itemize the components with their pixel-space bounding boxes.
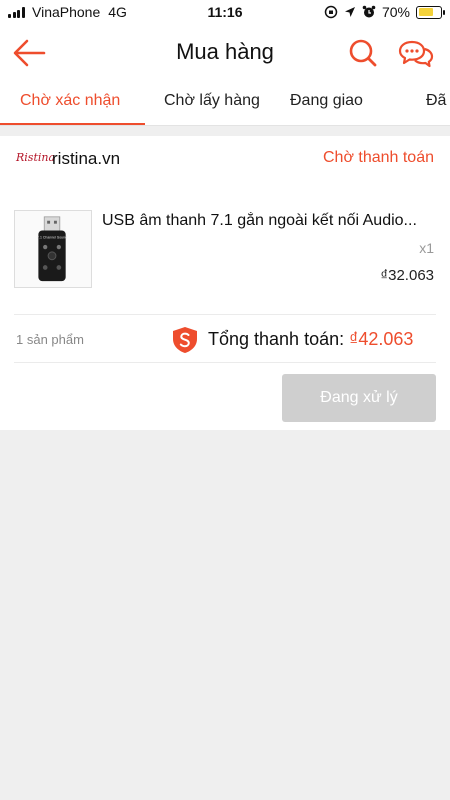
shop-name[interactable]: ristina.vn bbox=[52, 149, 120, 169]
tab-dang-giao[interactable]: Đang giao bbox=[290, 92, 363, 110]
alarm-icon bbox=[362, 5, 376, 18]
active-tab-indicator bbox=[0, 123, 145, 125]
status-right: 70% bbox=[324, 4, 445, 20]
order-tabs: Chờ xác nhận Chờ lấy hàng Đang giao Đã bbox=[0, 82, 450, 126]
order-card[interactable]: Ristina ristina.vn Chờ thanh toán 7.1 Ch… bbox=[0, 136, 450, 430]
battery-fill bbox=[418, 8, 434, 16]
shop-logo: Ristina bbox=[16, 151, 56, 164]
battery-percent: 70% bbox=[381, 4, 410, 20]
chat-icon[interactable] bbox=[398, 38, 434, 68]
item-count: 1 sản phẩm bbox=[16, 332, 84, 347]
product-image-label: 7.1 Channel Sound bbox=[37, 235, 67, 239]
product-name[interactable]: USB âm thanh 7.1 gắn ngoài kết nối Audio… bbox=[102, 212, 436, 230]
order-total: Tổng thanh toán: ₫42.063 bbox=[208, 329, 413, 350]
tab-cho-xac-nhan[interactable]: Chờ xác nhận bbox=[20, 92, 120, 110]
divider bbox=[14, 362, 436, 363]
status-bar: VinaPhone 4G 11:16 70% bbox=[0, 0, 450, 24]
tab-da-giao[interactable]: Đã bbox=[426, 92, 446, 110]
processing-button[interactable]: Đang xử lý bbox=[282, 374, 436, 422]
search-icon[interactable] bbox=[348, 38, 378, 68]
total-label: Tổng thanh toán: bbox=[208, 329, 345, 349]
battery-icon bbox=[416, 5, 445, 19]
page-title: Mua hàng bbox=[176, 39, 274, 64]
total-value: ₫42.063 bbox=[349, 329, 414, 349]
product-quantity: x1 bbox=[419, 240, 434, 256]
app-header: Mua hàng bbox=[0, 24, 450, 82]
product-image[interactable]: 7.1 Channel Sound bbox=[14, 210, 92, 288]
orientation-lock-icon bbox=[324, 5, 338, 19]
product-price: ₫32.063 bbox=[380, 267, 434, 284]
shopee-guarantee-icon bbox=[173, 327, 197, 353]
location-icon bbox=[344, 7, 355, 17]
divider bbox=[14, 314, 436, 315]
tab-cho-lay-hang[interactable]: Chờ lấy hàng bbox=[164, 92, 260, 110]
order-status: Chờ thanh toán bbox=[322, 149, 434, 166]
